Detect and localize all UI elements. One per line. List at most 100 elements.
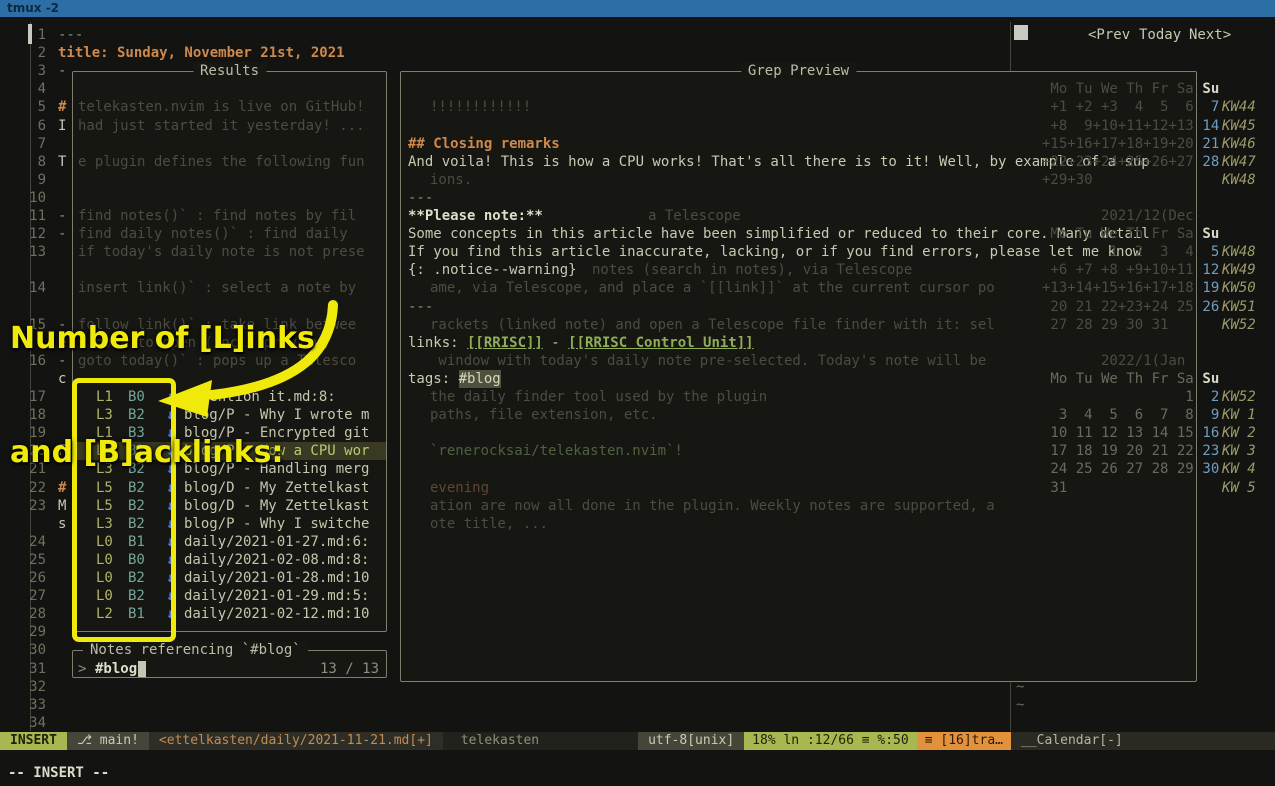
line-number: 32: [26, 678, 46, 696]
calendar-weekday-header[interactable]: Mo Tu We Th Fr Sa: [1042, 225, 1194, 243]
calendar-days[interactable]: 24 25 26 27 28 29: [1042, 460, 1194, 478]
calendar-days[interactable]: 1: [1042, 388, 1194, 406]
line-number: 28: [26, 605, 46, 623]
calendar-sunday-header[interactable]: Su: [1194, 225, 1219, 243]
calendar-days[interactable]: 17 18 19 20 21 22: [1042, 442, 1194, 460]
calendar-scrollbar-thumb[interactable]: [1014, 25, 1028, 40]
result-item[interactable]: daily/2021-02-08.md:8:: [184, 551, 369, 569]
calendar-sunday[interactable]: 9: [1194, 406, 1219, 424]
calendar-days[interactable]: 3 4 5 6 7 8: [1042, 406, 1194, 424]
calendar-days[interactable]: 10 11 12 13 14 15: [1042, 424, 1194, 442]
calendar-days[interactable]: 31: [1042, 479, 1067, 497]
line-number: 34: [26, 714, 46, 732]
buffer-text: title: Sunday, November 21st, 2021: [58, 44, 345, 62]
calendar-sunday[interactable]: 21: [1194, 135, 1219, 153]
calendar-week-number: KW 3: [1222, 442, 1256, 460]
calendar-sunday[interactable]: 2: [1194, 388, 1219, 406]
preview-text: a Telescope: [648, 207, 741, 225]
calendar-week-number: KW46: [1222, 135, 1256, 153]
result-item[interactable]: daily/2021-01-28.md:10: [184, 569, 369, 587]
preview-text: !!!!!!!!!!!!: [430, 98, 531, 116]
calendar-month-label: 2021/12(Dec: [1101, 207, 1194, 225]
result-counter: 13 / 13: [320, 660, 379, 678]
git-branch-icon: ⎇: [77, 733, 92, 748]
preview-text: #blog: [459, 370, 501, 388]
line-number: 8: [26, 153, 46, 171]
mode-indicator: INSERT: [0, 732, 67, 750]
empty-line-tilde: ~: [1016, 696, 1024, 714]
line-number: 27: [26, 587, 46, 605]
cursor-position-segment: 18% ln :12/66 ≡ %:50: [744, 732, 917, 750]
preview-text: Some concepts in this article have been …: [408, 225, 1150, 243]
preview-text: And voila! This is how a CPU works! That…: [408, 153, 1150, 171]
tmux-title: tmux -2: [7, 1, 59, 15]
calendar-next-button[interactable]: Next>: [1189, 26, 1231, 44]
buffer-text: -: [58, 207, 66, 225]
statusline: INSERT ⎇ main! <ettelkasten/daily/2021-1…: [0, 732, 1275, 750]
buffer-list-segment: ≡ [16]tra…: [917, 732, 1011, 750]
preview-text: the daily finder tool used by the plugin: [430, 388, 767, 406]
buffer-list-label: [16]tra…: [940, 733, 1003, 748]
calendar-week-number: KW52: [1222, 388, 1256, 406]
calendar-week-number: KW49: [1222, 261, 1256, 279]
prompt-query-input[interactable]: #blog: [95, 660, 137, 678]
preview-text: window with today's daily note pre-selec…: [430, 352, 986, 370]
preview-text: ame, via Telescope, and place a `[[link]…: [430, 279, 995, 297]
calendar-prev-button[interactable]: <Prev: [1088, 26, 1130, 44]
line-number: 1: [26, 26, 46, 44]
calendar-week-number: KW 4: [1222, 460, 1256, 478]
calendar-weekday-header[interactable]: Mo Tu We Th Fr Sa: [1042, 80, 1194, 98]
line-number: 9: [26, 171, 46, 189]
calendar-sunday[interactable]: 5: [1194, 243, 1219, 261]
result-item[interactable]: daily/2021-01-29.md:5:: [184, 587, 369, 605]
calendar-days[interactable]: +8 9+10+11+12+13: [1042, 117, 1194, 135]
line-number: 6: [26, 117, 46, 135]
calendar-sunday[interactable]: 14: [1194, 117, 1219, 135]
calendar-days[interactable]: 20 21 22+23+24 25: [1042, 298, 1194, 316]
calendar-days[interactable]: +29+30: [1042, 171, 1093, 189]
line-number: 2: [26, 44, 46, 62]
calendar-week-number: KW48: [1222, 171, 1256, 189]
calendar-week-number: KW50: [1222, 279, 1256, 297]
calendar-days[interactable]: +15+16+17+18+19+20: [1042, 135, 1194, 153]
calendar-sunday-header[interactable]: Su: [1194, 370, 1219, 388]
calendar-weekday-header[interactable]: Mo Tu We Th Fr Sa: [1042, 370, 1194, 388]
preview-text: [[RRISC]]: [467, 334, 543, 352]
calendar-days[interactable]: 1 2 3 4: [1042, 243, 1194, 261]
preview-text: links:: [408, 334, 467, 352]
results-bleed-text: e plugin defines the following fun: [78, 153, 365, 171]
calendar-days[interactable]: 27 28 29 30 31: [1042, 316, 1168, 334]
calendar-sunday[interactable]: 19: [1194, 279, 1219, 297]
calendar-week-number: KW 1: [1222, 406, 1256, 424]
calendar-sunday-header[interactable]: Su: [1194, 80, 1219, 98]
empty-line-tilde: ~: [1016, 678, 1024, 696]
result-item[interactable]: daily/2021-02-12.md:10: [184, 605, 369, 623]
preview-text: ions.: [430, 171, 472, 189]
calendar-sunday[interactable]: 30: [1194, 460, 1219, 478]
calendar-days[interactable]: +1 +2 +3 4 5 6: [1042, 98, 1194, 116]
calendar-week-number: KW44: [1222, 98, 1256, 116]
preview-text: {: .notice--warning}: [408, 261, 577, 279]
calendar-today-button[interactable]: Today: [1139, 26, 1181, 44]
calendar-week-number: KW52: [1222, 316, 1256, 334]
calendar-sunday[interactable]: 28: [1194, 153, 1219, 171]
calendar-week-number: KW 2: [1222, 424, 1256, 442]
calendar-sunday[interactable]: 23: [1194, 442, 1219, 460]
preview-text: ---: [408, 298, 433, 316]
line-number: 30: [26, 641, 46, 659]
calendar-sunday[interactable]: 26: [1194, 298, 1219, 316]
calendar-days[interactable]: +13+14+15+16+17+18: [1042, 279, 1194, 297]
preview-text: `renerocksai/telekasten.nvim`!: [430, 442, 683, 460]
preview-text: ## Closing remarks: [408, 135, 560, 153]
buffer-text: -: [58, 225, 66, 243]
results-bleed-text: find notes()` : find notes by fil: [78, 207, 356, 225]
calendar-sunday[interactable]: 7: [1194, 98, 1219, 116]
buffer-text: ---: [58, 26, 83, 44]
calendar-sunday[interactable]: 16: [1194, 424, 1219, 442]
calendar-days[interactable]: +6 +7 +8 +9+10+11: [1042, 261, 1194, 279]
calendar-days[interactable]: +22+23+24+25+26+27: [1042, 153, 1194, 171]
annotation-line-1: Number of [L]inks: [10, 320, 315, 358]
calendar-sunday[interactable]: 12: [1194, 261, 1219, 279]
line-number: 12: [26, 225, 46, 243]
results-bleed-text: find daily notes()` : find daily: [78, 225, 348, 243]
